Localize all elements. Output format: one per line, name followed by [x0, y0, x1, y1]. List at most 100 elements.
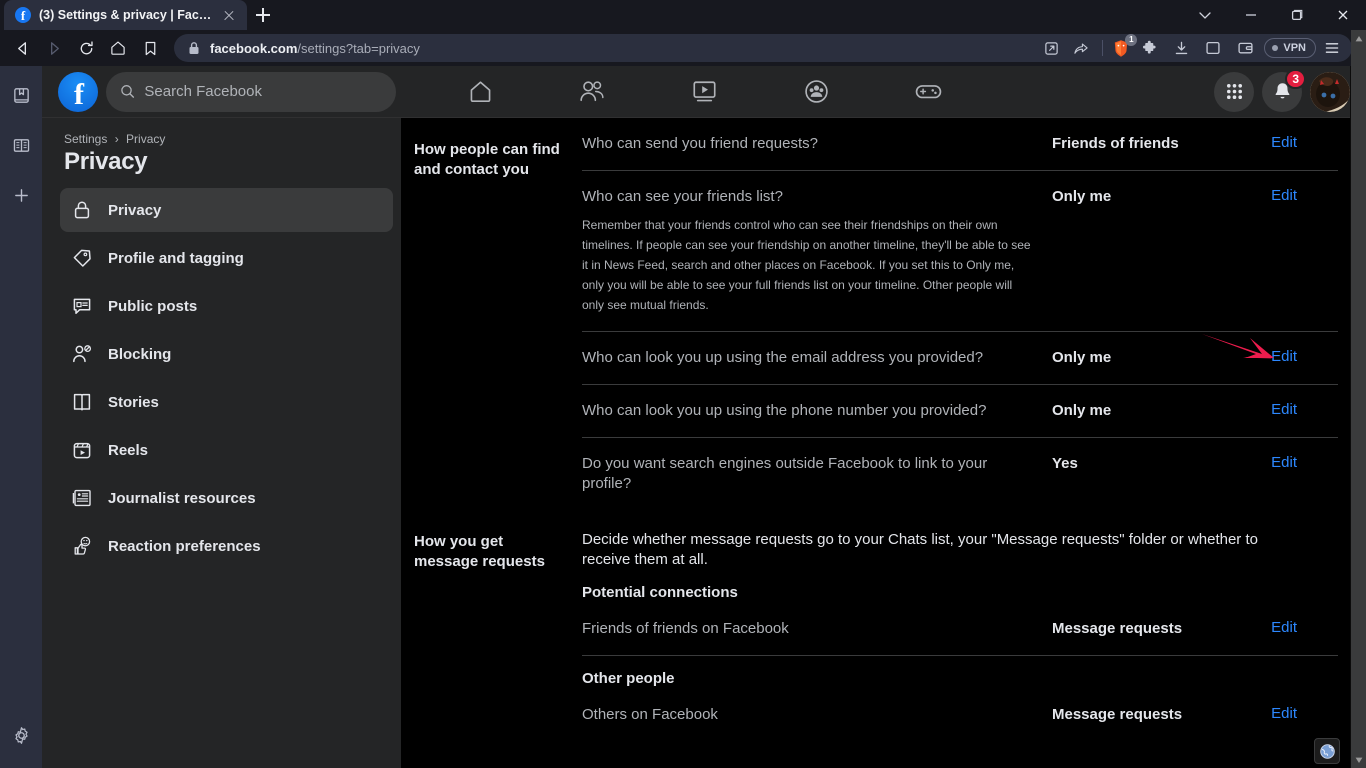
- settings-row: Who can see your friends list? Remember t…: [582, 171, 1338, 332]
- vpn-label: VPN: [1283, 42, 1306, 54]
- forward-button[interactable]: [38, 33, 70, 63]
- nav-groups[interactable]: [760, 68, 872, 116]
- reaction-icon: [70, 534, 94, 558]
- block-user-icon: [70, 342, 94, 366]
- sidebar-item-reels[interactable]: Reels: [60, 428, 393, 472]
- setting-question: Do you want search engines outside Faceb…: [582, 455, 988, 492]
- reload-button[interactable]: [70, 33, 102, 63]
- minimize-icon[interactable]: [1228, 0, 1274, 30]
- setting-value: Message requests: [1052, 706, 1183, 723]
- breadcrumb: Settings › Privacy: [60, 132, 393, 146]
- nav-home[interactable]: [424, 68, 536, 116]
- new-tab-button[interactable]: [247, 0, 279, 30]
- setting-question: Others on Facebook: [582, 706, 718, 723]
- comment-icon: [70, 294, 94, 318]
- breadcrumb-current: Privacy: [126, 132, 166, 146]
- tab-title: (3) Settings & privacy | Facebook: [39, 8, 213, 22]
- downloads-icon[interactable]: [1166, 36, 1196, 60]
- browser-scrollbar[interactable]: [1351, 30, 1366, 768]
- sidebar-item-profile-and-tagging[interactable]: Profile and tagging: [60, 236, 393, 280]
- sidebar-item-reaction-preferences[interactable]: Reaction preferences: [60, 524, 393, 568]
- facebook-favicon: f: [15, 7, 31, 23]
- search-icon: [121, 85, 135, 98]
- sidebar-item-label: Reels: [108, 441, 149, 459]
- sidebar-settings-gear-icon[interactable]: [5, 720, 37, 750]
- sidebar-toggle-icon[interactable]: [1198, 36, 1228, 60]
- setting-value: Message requests: [1052, 620, 1183, 637]
- settings-section: How you get message requests Decide wheth…: [402, 510, 1366, 741]
- edit-link[interactable]: Edit: [1257, 401, 1297, 418]
- facebook-page: f Search Facebook 3 Settings › Privacy P…: [42, 66, 1366, 768]
- edit-link[interactable]: Edit: [1257, 619, 1297, 636]
- section-rows: Decide whether message requests go to yo…: [582, 510, 1366, 741]
- settings-row: Who can send you friend requests? Friends…: [582, 118, 1338, 171]
- settings-main-panel: How people can find and contact you Who c…: [402, 118, 1366, 768]
- sidebar-item-public-posts[interactable]: Public posts: [60, 284, 393, 328]
- settings-row: Do you want search engines outside Faceb…: [582, 438, 1338, 510]
- browser-menu-icon[interactable]: [1318, 36, 1346, 60]
- url-text: facebook.com/settings?tab=privacy: [210, 41, 420, 56]
- sidebar-item-privacy[interactable]: Privacy: [60, 188, 393, 232]
- lock-icon: [189, 42, 199, 54]
- back-button[interactable]: [6, 33, 38, 63]
- address-bar[interactable]: facebook.com/settings?tab=privacy 1 VPN: [174, 34, 1352, 62]
- sidebar-item-label: Stories: [108, 393, 159, 411]
- nav-friends[interactable]: [536, 68, 648, 116]
- url-domain: facebook.com: [210, 40, 298, 56]
- search-facebook-box[interactable]: [106, 71, 396, 112]
- notifications-button[interactable]: 3: [1262, 68, 1306, 112]
- vpn-button[interactable]: VPN: [1264, 38, 1316, 58]
- edit-link[interactable]: Edit: [1257, 134, 1297, 151]
- maximize-icon[interactable]: [1274, 0, 1320, 30]
- nav-gaming[interactable]: [872, 68, 984, 116]
- home-button[interactable]: [102, 33, 134, 63]
- edit-link[interactable]: Edit: [1257, 348, 1297, 365]
- settings-row: Who can look you up using the phone numb…: [582, 385, 1338, 438]
- sidebar-item-label: Profile and tagging: [108, 249, 244, 267]
- brave-shields-icon[interactable]: 1: [1110, 34, 1138, 59]
- facebook-logo-icon[interactable]: f: [58, 71, 98, 112]
- search-input[interactable]: [144, 83, 382, 100]
- section-label: How you get message requests: [414, 533, 545, 570]
- sidebar-item-stories[interactable]: Stories: [60, 380, 393, 424]
- tab-search-icon[interactable]: [1182, 0, 1228, 30]
- address-bar-actions: 1 VPN: [1037, 34, 1346, 62]
- notification-badge: 3: [1285, 68, 1306, 89]
- tab-strip: f (3) Settings & privacy | Facebook: [0, 0, 1366, 30]
- url-path: /settings?tab=privacy: [297, 40, 420, 56]
- sidebar-add-icon[interactable]: [5, 180, 37, 210]
- sidebar-item-blocking[interactable]: Blocking: [60, 332, 393, 376]
- close-window-icon[interactable]: [1320, 0, 1366, 30]
- edit-link[interactable]: Edit: [1257, 454, 1297, 471]
- share-icon[interactable]: [1067, 36, 1095, 60]
- nav-watch[interactable]: [648, 68, 760, 116]
- menu-grid-button[interactable]: [1214, 71, 1254, 112]
- vpn-status-dot: [1272, 45, 1279, 51]
- settings-sidebar: Settings › Privacy Privacy Privacy Profil…: [42, 118, 402, 768]
- sidebar-item-label: Blocking: [108, 345, 172, 363]
- facebook-main-nav: [424, 68, 984, 116]
- translate-globe-button[interactable]: [1314, 738, 1340, 764]
- group-heading: Other people: [582, 670, 675, 687]
- edit-link[interactable]: Edit: [1257, 705, 1297, 722]
- extensions-icon[interactable]: [1134, 36, 1164, 60]
- setting-value: Only me: [1052, 188, 1112, 205]
- sidebar-item-journalist-resources[interactable]: Journalist resources: [60, 476, 393, 520]
- facebook-account-controls: 3: [1214, 68, 1350, 112]
- edit-link[interactable]: Edit: [1257, 187, 1297, 204]
- breadcrumb-parent[interactable]: Settings: [64, 132, 107, 146]
- browser-scroll-up-icon[interactable]: [1351, 31, 1366, 46]
- book-icon: [70, 390, 94, 414]
- setting-question: Who can look you up using the phone numb…: [582, 402, 987, 419]
- sidebar-item-label: Journalist resources: [108, 489, 256, 507]
- browser-scroll-down-icon[interactable]: [1351, 752, 1366, 767]
- sidebar-bookmarks-icon[interactable]: [5, 80, 37, 110]
- wallet-icon[interactable]: [1230, 36, 1260, 60]
- bookmark-button[interactable]: [134, 33, 166, 63]
- sidebar-reading-list-icon[interactable]: [5, 130, 37, 160]
- open-in-new-icon[interactable]: [1037, 36, 1065, 60]
- avatar[interactable]: [1310, 71, 1350, 112]
- close-tab-icon[interactable]: [221, 7, 237, 23]
- lock-icon: [70, 198, 94, 222]
- browser-tab-active[interactable]: f (3) Settings & privacy | Facebook: [4, 0, 247, 30]
